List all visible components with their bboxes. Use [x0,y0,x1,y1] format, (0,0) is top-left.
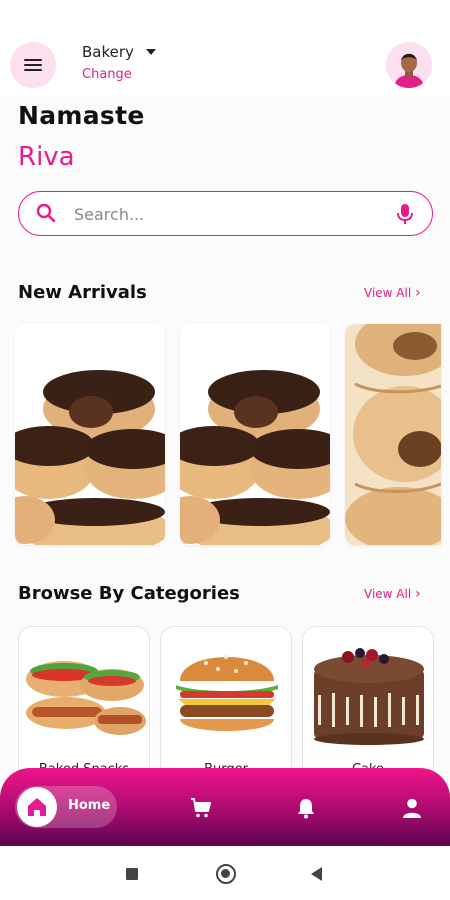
donut-image [180,324,330,545]
microphone-icon[interactable] [395,202,415,226]
cart-icon[interactable] [189,796,213,820]
store-name-label: Bakery [82,43,134,61]
new-arrivals-title: New Arrivals [18,282,147,303]
category-card[interactable]: Baked Snacks [18,626,150,786]
home-label: Home [68,798,111,813]
greeting-title: Namaste [18,101,145,130]
arrival-card[interactable] [180,324,330,545]
search-input[interactable] [74,198,384,230]
search-bar[interactable] [18,191,433,236]
home-circle [17,787,57,827]
chevron-right-icon: › [415,586,421,602]
notification-icon[interactable] [294,796,318,820]
nav-home[interactable]: Home [15,786,117,828]
home-system-icon[interactable] [216,864,236,884]
categories-title: Browse By Categories [18,583,240,604]
menu-button[interactable] [10,42,56,88]
chevron-down-icon [145,49,156,55]
system-navigation-bar [0,846,450,900]
new-arrivals-view-all[interactable]: View All › [364,286,421,300]
categories-view-all[interactable]: View All › [364,587,421,601]
store-selector[interactable]: Bakery Change [82,43,156,82]
user-avatar[interactable] [386,42,432,88]
home-icon [28,798,46,816]
recent-apps-icon[interactable] [126,868,138,880]
donut-image [15,324,165,545]
burger-image [176,655,278,731]
category-card[interactable]: Cake [302,626,434,786]
category-card[interactable]: Burger [160,626,292,786]
arrival-card[interactable] [15,324,165,545]
bottom-navigation: Home [0,768,450,846]
profile-icon[interactable] [400,796,424,820]
back-icon[interactable] [311,867,322,881]
change-store-link[interactable]: Change [82,67,156,82]
avatar-icon [386,42,432,88]
user-name: Riva [18,142,75,172]
pastry-image [345,324,441,545]
hot-dog-image [26,661,146,735]
store-name[interactable]: Bakery [82,43,156,61]
view-all-label: View All [364,587,412,601]
view-all-label: View All [364,286,412,300]
search-icon [36,203,56,223]
chevron-right-icon: › [415,285,421,301]
top-bar: Bakery Change [0,0,450,96]
app-screen: Bakery Change Namaste Riva Search... New… [0,0,450,900]
hamburger-icon [24,59,42,71]
cake-image [314,648,424,745]
arrival-card[interactable] [345,324,441,545]
